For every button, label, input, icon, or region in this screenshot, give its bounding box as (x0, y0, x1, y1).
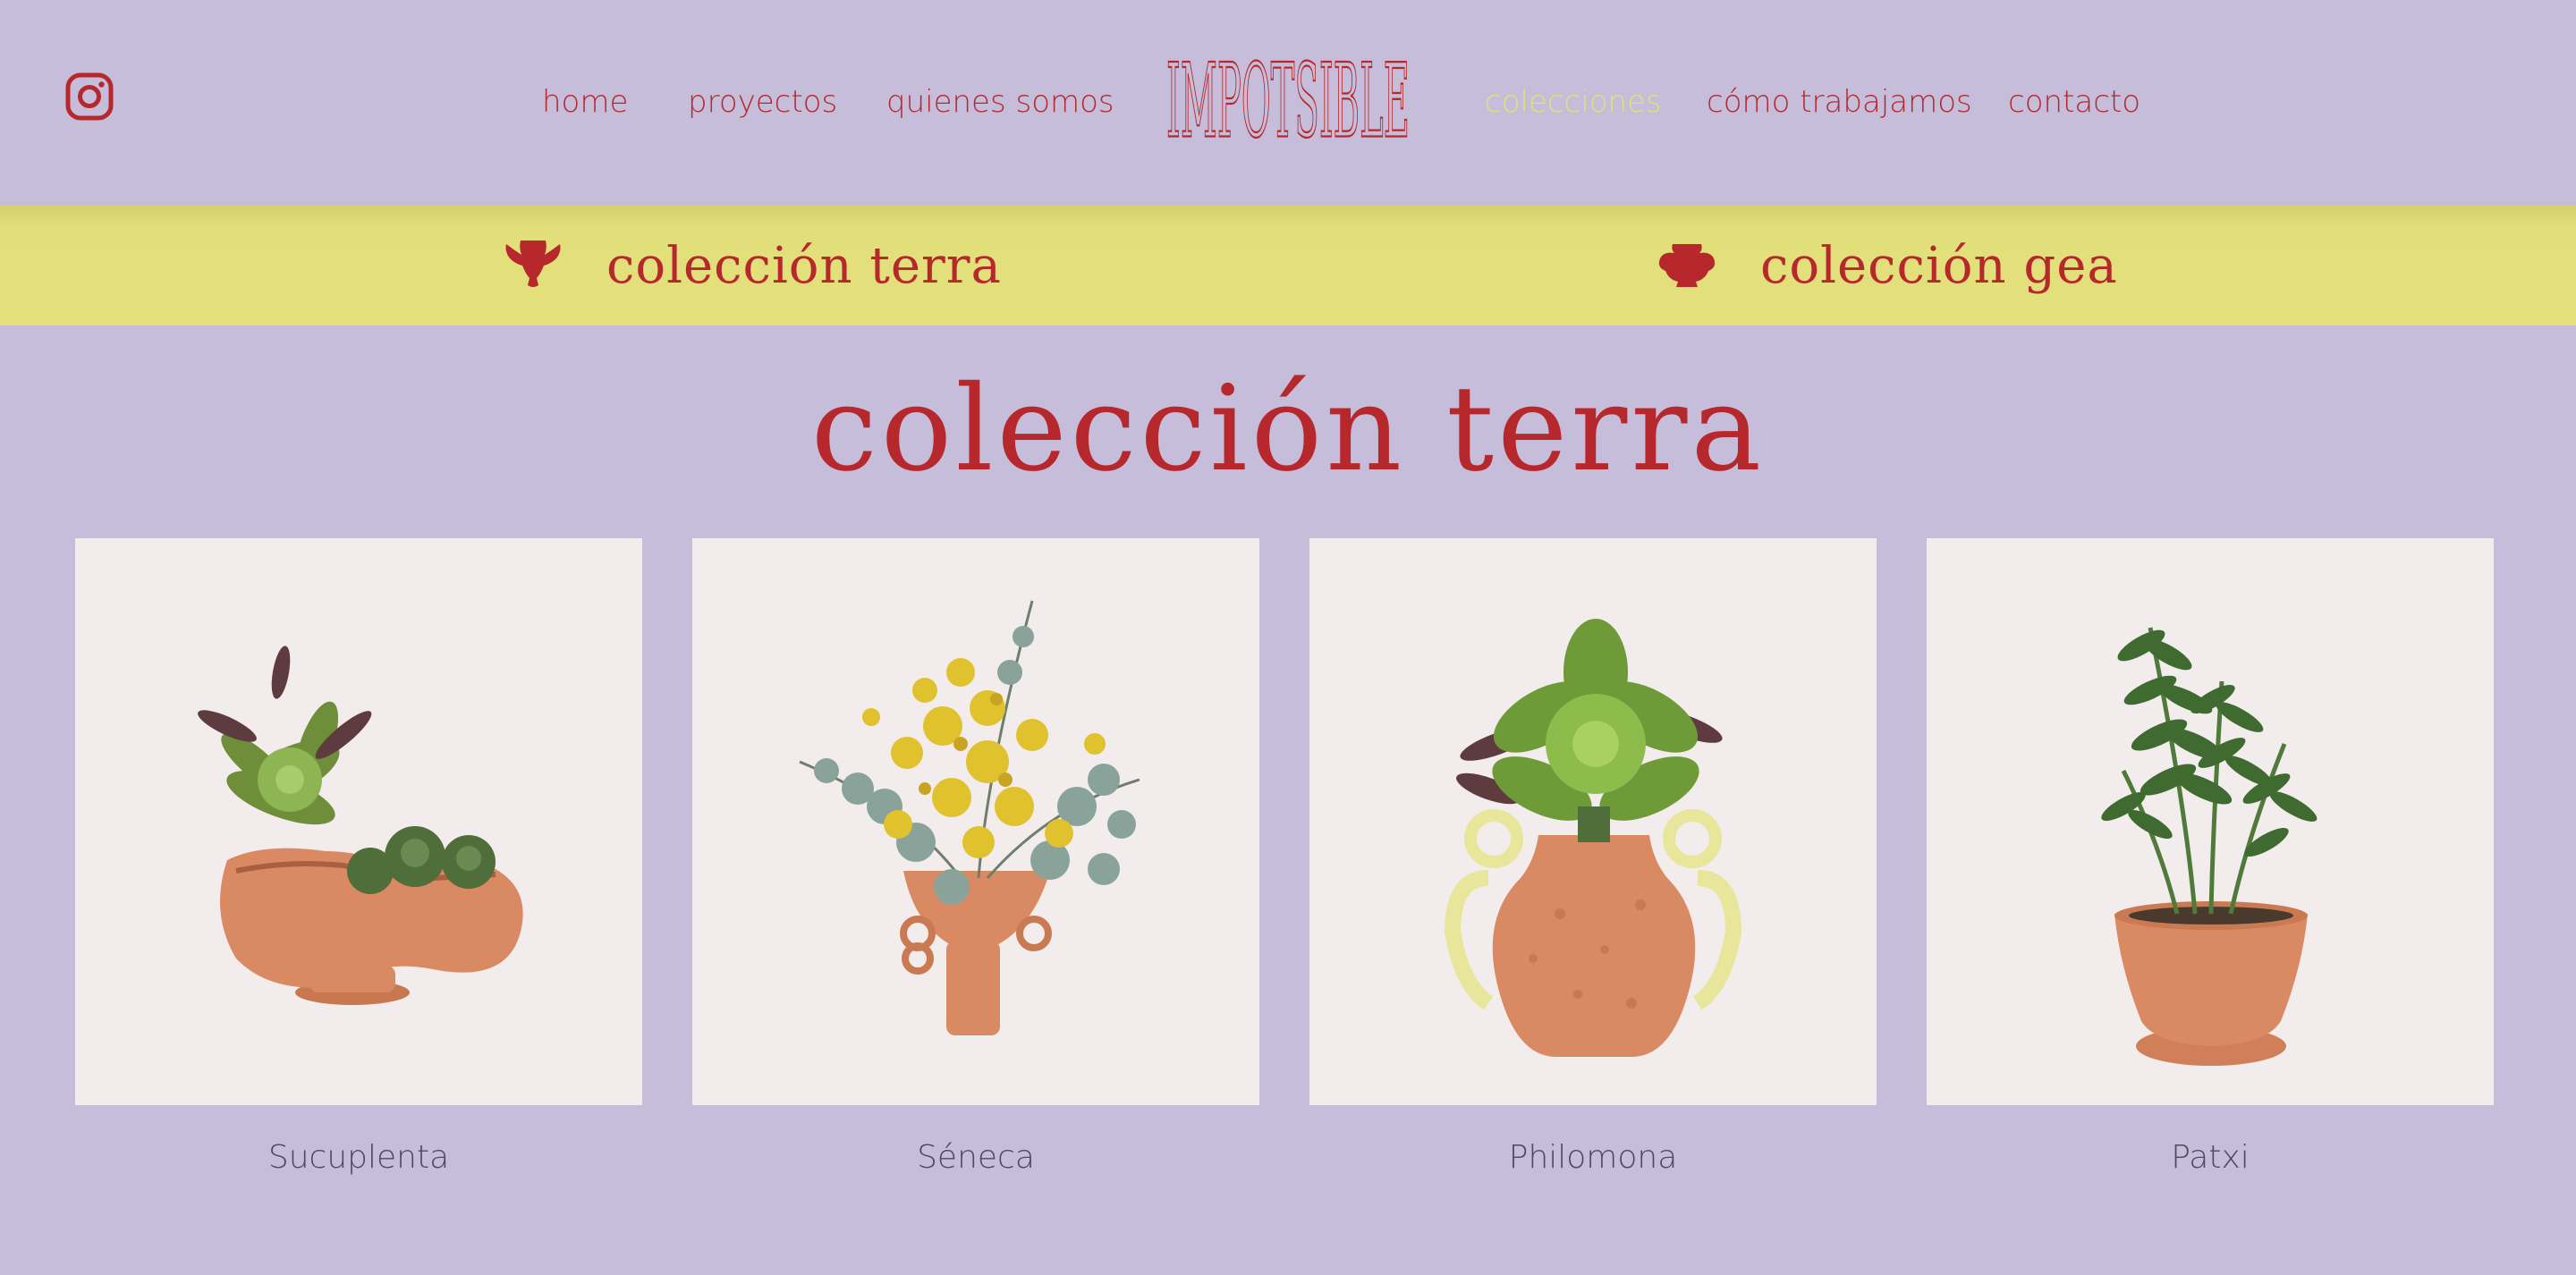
collection-gea-link[interactable]: colección gea (1655, 206, 2118, 325)
product-name[interactable]: Séneca (692, 1139, 1259, 1176)
pot-icon (1655, 235, 1719, 297)
collections-bar: colección terra colección gea (0, 206, 2576, 325)
product-name[interactable]: Philomona (1309, 1139, 1877, 1176)
product-image[interactable] (1927, 538, 2494, 1105)
product-name[interactable]: Sucuplenta (75, 1139, 642, 1176)
amphora-icon (501, 235, 565, 297)
site-header: home proyectos quienes somos IMPOTSIBLE … (0, 0, 2576, 206)
brand-logo[interactable]: IMPOTSIBLE (1163, 40, 1413, 162)
collection-terra-link[interactable]: colección terra (501, 206, 1002, 325)
page-title: colección terra (810, 360, 1766, 498)
nav-home[interactable]: home (542, 82, 628, 122)
logo-wordmark: IMPOTSIBLE (1166, 43, 1410, 161)
product-card[interactable]: Philomona (1309, 538, 1877, 1176)
product-image[interactable] (692, 538, 1259, 1105)
instagram-icon[interactable] (64, 72, 114, 122)
nav-proyectos[interactable]: proyectos (688, 82, 837, 122)
product-card[interactable]: Patxi (1927, 538, 2494, 1176)
collection-gea-label: colección gea (1760, 236, 2118, 295)
product-image[interactable] (75, 538, 642, 1105)
nav-como-trabajamos[interactable]: cómo trabajamos (1707, 82, 1972, 122)
nav-contacto[interactable]: contacto (2008, 82, 2140, 122)
product-image[interactable] (1309, 538, 1877, 1105)
product-name[interactable]: Patxi (1927, 1139, 2494, 1176)
product-card[interactable]: Sucuplenta (75, 538, 642, 1176)
product-card[interactable]: Séneca (692, 538, 1259, 1176)
nav-quienes-somos[interactable]: quienes somos (886, 82, 1114, 122)
nav-colecciones[interactable]: colecciones (1485, 82, 1662, 122)
collection-terra-label: colección terra (606, 236, 1002, 295)
